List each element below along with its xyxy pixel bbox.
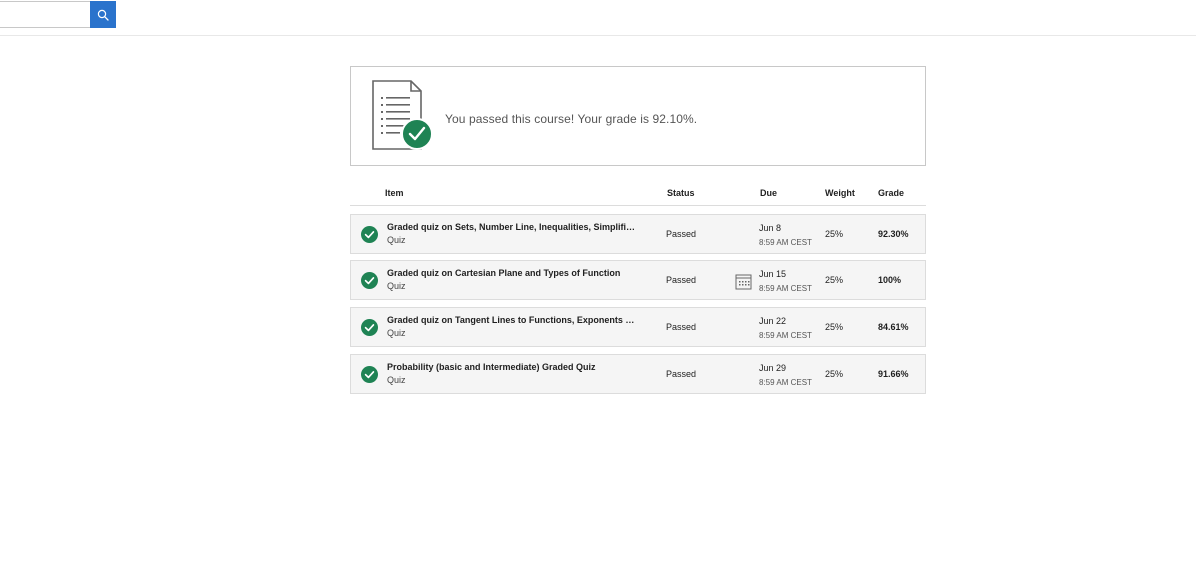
due-time: 8:59 AM CEST <box>759 284 812 293</box>
header-due: Due <box>760 188 778 198</box>
top-bar <box>0 0 1196 36</box>
search-button[interactable] <box>90 1 116 28</box>
banner-message: You passed this course! Your grade is 92… <box>445 112 698 126</box>
header-weight: Weight <box>825 188 855 198</box>
item-type: Quiz <box>387 235 406 245</box>
table-row[interactable]: Graded quiz on Tangent Lines to Function… <box>350 307 926 347</box>
course-passed-banner: You passed this course! Your grade is 92… <box>350 66 926 166</box>
search-input[interactable] <box>0 1 90 28</box>
item-status: Passed <box>666 229 697 239</box>
header-status: Status <box>667 188 695 198</box>
item-title-link[interactable]: Probability (basic and Intermediate) Gra… <box>387 362 637 372</box>
item-weight: 25% <box>825 275 844 285</box>
item-status: Passed <box>666 369 697 379</box>
check-circle-icon <box>361 366 378 383</box>
table-row[interactable]: Probability (basic and Intermediate) Gra… <box>350 354 926 394</box>
item-type: Quiz <box>387 375 406 385</box>
header-grade: Grade <box>878 188 905 198</box>
check-circle-icon <box>361 226 378 243</box>
search-icon <box>97 9 109 21</box>
item-weight: 25% <box>825 322 844 332</box>
due-time: 8:59 AM CEST <box>759 331 812 340</box>
calendar-icon[interactable] <box>735 273 752 290</box>
table-row[interactable]: Graded quiz on Cartesian Plane and Types… <box>350 260 926 300</box>
item-grade: 91.66% <box>878 369 909 379</box>
grades-table-header: Item Status Due Weight Grade <box>350 180 926 206</box>
item-type: Quiz <box>387 281 406 291</box>
due-date: Jun 22 <box>759 316 787 326</box>
item-weight: 25% <box>825 369 844 379</box>
item-weight: 25% <box>825 229 844 239</box>
due-date: Jun 15 <box>759 269 787 279</box>
due-time: 8:59 AM CEST <box>759 238 812 247</box>
check-circle-icon <box>361 319 378 336</box>
check-circle-icon <box>361 272 378 289</box>
item-title-link[interactable]: Graded quiz on Sets, Number Line, Inequa… <box>387 222 637 232</box>
item-title-link[interactable]: Graded quiz on Tangent Lines to Function… <box>387 315 637 325</box>
item-title-link[interactable]: Graded quiz on Cartesian Plane and Types… <box>387 268 637 278</box>
due-date: Jun 8 <box>759 223 782 233</box>
item-grade: 100% <box>878 275 902 285</box>
due-date: Jun 29 <box>759 363 787 373</box>
item-status: Passed <box>666 275 697 285</box>
header-item: Item <box>385 188 404 198</box>
document-icon <box>372 80 433 150</box>
item-grade: 84.61% <box>878 322 909 332</box>
table-row[interactable]: Graded quiz on Sets, Number Line, Inequa… <box>350 214 926 254</box>
item-status: Passed <box>666 322 697 332</box>
due-time: 8:59 AM CEST <box>759 378 812 387</box>
item-grade: 92.30% <box>878 229 909 239</box>
item-type: Quiz <box>387 328 406 338</box>
